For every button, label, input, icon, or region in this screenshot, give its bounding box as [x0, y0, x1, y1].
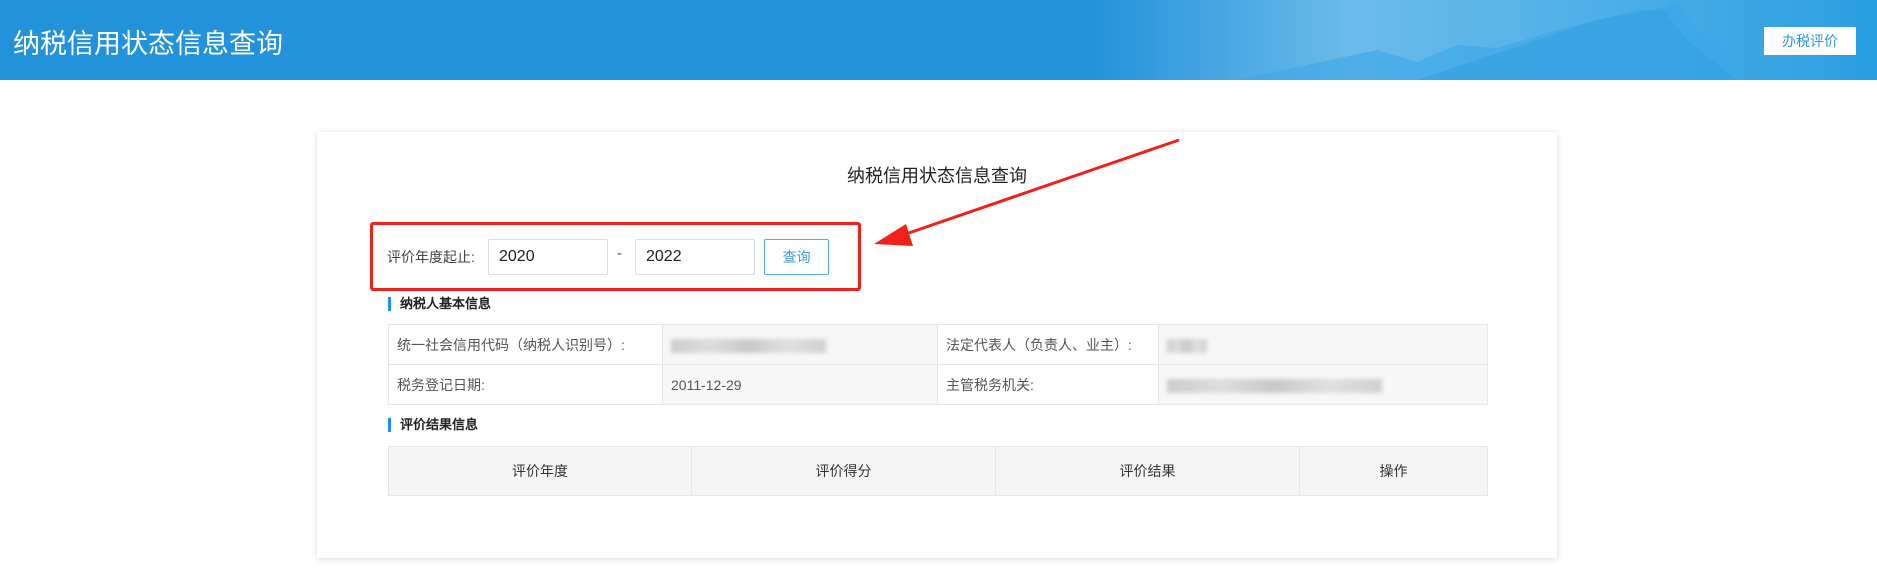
results-table: 评价年度 评价得分 评价结果 操作: [388, 446, 1488, 496]
table-row: 税务登记日期: 2011-12-29 主管税务机关:: [388, 364, 1488, 405]
column-header-score: 评价得分: [691, 446, 996, 496]
legal-rep-label: 法定代表人（负责人、业主）:: [937, 324, 1159, 365]
table-header-row: 评价年度 评价得分 评价结果 操作: [388, 446, 1488, 496]
credit-code-value: [662, 324, 938, 365]
results-heading: 评价结果信息: [388, 418, 478, 432]
basic-info-heading: 纳税人基本信息: [388, 297, 491, 311]
column-header-action: 操作: [1299, 446, 1488, 496]
tax-authority-value: [1158, 364, 1488, 405]
credit-code-label: 统一社会信用代码（纳税人识别号）:: [388, 324, 663, 365]
column-header-result: 评价结果: [995, 446, 1300, 496]
tax-authority-label: 主管税务机关:: [937, 364, 1159, 405]
reg-date-label: 税务登记日期:: [388, 364, 663, 405]
column-header-year: 评价年度: [388, 446, 692, 496]
reg-date-value: 2011-12-29: [662, 364, 938, 405]
basic-info-table: 统一社会信用代码（纳税人识别号）: 法定代表人（负责人、业主）: 税务登记日期:…: [388, 324, 1488, 405]
legal-rep-value: [1158, 324, 1488, 365]
table-row: 统一社会信用代码（纳税人识别号）: 法定代表人（负责人、业主）:: [388, 324, 1488, 365]
